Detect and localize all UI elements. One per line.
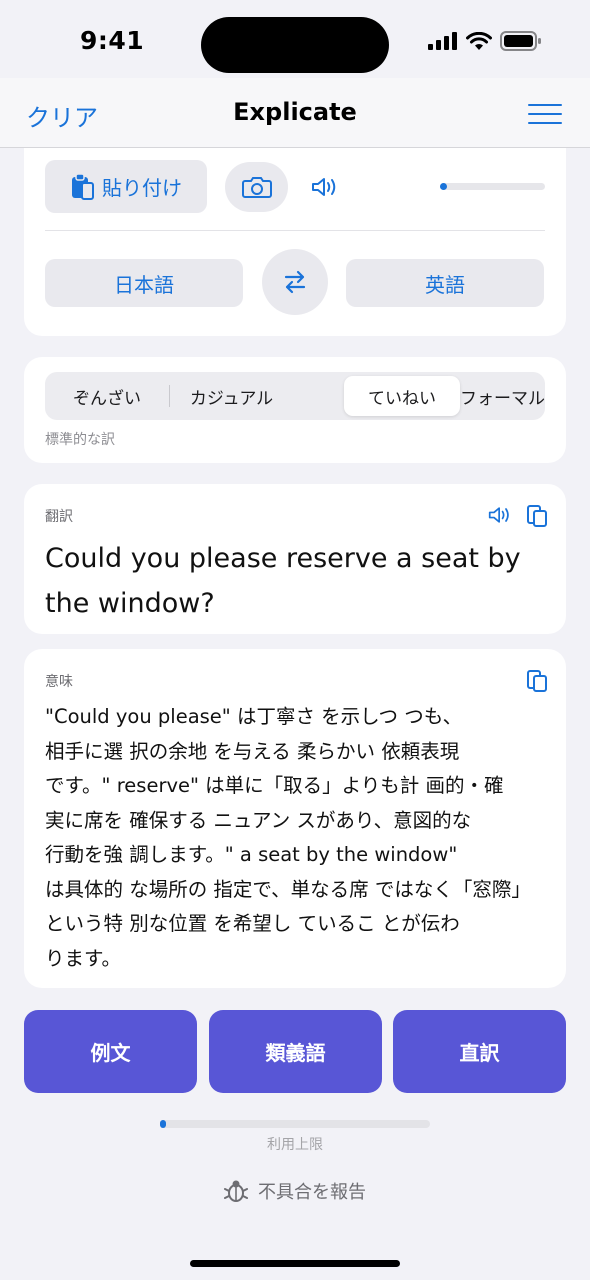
tone-option-casual[interactable]: カジュアル: [169, 372, 294, 420]
meaning-line: は具体的 な場所の 指定で、単なる席 ではなく「窓際」: [45, 877, 531, 901]
hamburger-menu-icon[interactable]: [528, 104, 562, 124]
translation-copy-button[interactable]: [526, 503, 548, 531]
speaker-icon: [312, 178, 336, 196]
meaning-line: ります。: [45, 946, 122, 970]
swap-arrows-icon: [284, 270, 306, 294]
clipboard-icon: [72, 172, 94, 200]
meaning-line: 行動を強 調します。" a seat by the window": [45, 843, 458, 866]
speaker-button[interactable]: [311, 176, 339, 202]
home-indicator: [190, 1260, 400, 1267]
translation-line: the window?: [45, 588, 215, 619]
speaker-icon: [488, 507, 509, 523]
translation-line: Could you please reserve a seat by: [45, 543, 521, 574]
meaning-line: という特 別な位置 を希望し ているこ とが伝わ: [45, 912, 460, 935]
app-title: Explicate: [233, 98, 357, 126]
paste-button[interactable]: 貼り付け: [45, 160, 207, 213]
bug-icon: [224, 1180, 248, 1202]
translation-text: Could you please reserve a seat by the w…: [45, 536, 545, 626]
usage-limit-bar: [160, 1120, 430, 1128]
examples-button[interactable]: 例文: [24, 1010, 197, 1093]
synonyms-button[interactable]: 類義語: [209, 1010, 382, 1093]
camera-button[interactable]: [225, 162, 288, 212]
source-language-label: 日本語: [114, 272, 174, 297]
target-language-label: 英語: [425, 272, 465, 297]
source-language-button[interactable]: 日本語: [45, 259, 243, 307]
camera-icon: [241, 177, 272, 198]
status-icons: [428, 31, 542, 51]
paste-label: 貼り付け: [102, 176, 182, 200]
meaning-copy-button[interactable]: [526, 668, 548, 696]
tone-option-zonzai[interactable]: ぞんざい: [45, 372, 169, 420]
report-bug-label: 不具合を報告: [258, 1182, 366, 1203]
cellular-signal-icon: [428, 32, 457, 50]
copy-icon: [527, 505, 547, 527]
tone-segmented-control[interactable]: ぞんざい カジュアル ていねい フォーマル: [45, 372, 545, 420]
wifi-icon: [466, 31, 492, 50]
meaning-label: 意味: [45, 674, 73, 690]
report-bug-button[interactable]: 不具合を報告: [0, 1178, 590, 1204]
battery-icon: [500, 31, 541, 51]
divider: [45, 230, 545, 231]
usage-limit-fill: [160, 1120, 166, 1128]
translation-speaker-button[interactable]: [488, 505, 512, 529]
translation-label: 翻訳: [45, 509, 73, 525]
dynamic-island: [201, 17, 389, 73]
meaning-line: です。" reserve" は単に「取る」よりも計 画的・確: [45, 774, 504, 797]
swap-languages-button[interactable]: [262, 249, 328, 315]
tone-caption: 標準的な訳: [45, 432, 115, 448]
speech-rate-slider-thumb[interactable]: [440, 183, 447, 190]
meaning-line: 相手に選 択の余地 を与える 柔らかい 依頼表現: [45, 739, 460, 763]
meaning-text: "Could you please" は丁寧さ を示しつ つも、 相手に選 択の…: [45, 700, 545, 976]
target-language-button[interactable]: 英語: [346, 259, 544, 307]
tone-option-formal[interactable]: フォーマル: [460, 372, 545, 420]
status-time: 9:41: [80, 26, 145, 55]
usage-limit-label: 利用上限: [267, 1137, 323, 1153]
copy-icon: [527, 670, 547, 692]
literal-translation-button[interactable]: 直訳: [393, 1010, 566, 1093]
meaning-line: "Could you please" は丁寧さ を示しつ つも、: [45, 705, 463, 728]
speech-rate-slider[interactable]: [440, 183, 545, 190]
tone-option-teinei[interactable]: ていねい: [344, 372, 460, 420]
meaning-line: 実に席を 確保する ニュアン スがあり、意図的な: [45, 808, 472, 832]
